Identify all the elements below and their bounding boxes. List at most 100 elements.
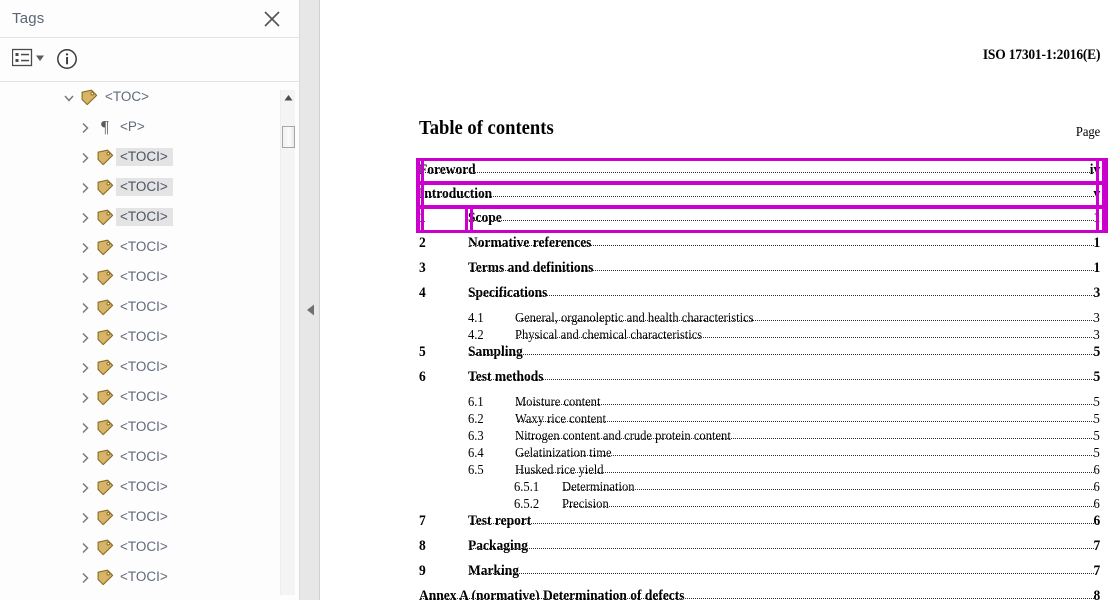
toc-entry-page: 5 xyxy=(1093,445,1100,460)
toc-entry-number: 2 xyxy=(419,235,426,251)
toc-leader-dots xyxy=(421,196,1094,197)
tag-tree-row[interactable]: <TOCI> xyxy=(0,143,278,173)
tag-tree-row[interactable]: <TOCI> xyxy=(0,413,278,443)
chevron-right-icon[interactable] xyxy=(78,241,92,255)
toc-entry[interactable]: 6.3 Nitrogen content and crude protein co… xyxy=(321,427,1118,444)
tag-tree-row[interactable]: <TOCI> xyxy=(0,473,278,503)
chevron-right-icon[interactable] xyxy=(78,421,92,435)
toc-leader-dots xyxy=(470,245,1094,246)
tag-tree-row[interactable]: <TOC> xyxy=(0,83,278,113)
chevron-right-icon[interactable] xyxy=(78,571,92,585)
toc-entry-page: 6 xyxy=(1093,513,1100,529)
chevron-right-icon[interactable] xyxy=(78,511,92,525)
toc-entry[interactable]: 6 Test methods 5 xyxy=(321,368,1118,393)
tag-tree-scrollbar[interactable] xyxy=(280,90,295,595)
toc-entry[interactable]: 4 Specifications 3 xyxy=(321,284,1118,309)
toc-entry[interactable]: 6.5.1 Determination 6 xyxy=(321,478,1118,495)
toc-entry-number: 1 xyxy=(419,210,426,226)
toc-entry[interactable]: 5 Sampling 5 xyxy=(321,343,1118,368)
toc-entry[interactable]: 6.5 Husked rice yield 6 xyxy=(321,461,1118,478)
chevron-right-icon[interactable] xyxy=(78,121,92,135)
toc-entry[interactable]: 6.4 Gelatinization time 5 xyxy=(321,444,1118,461)
toc-entry-title: Scope xyxy=(468,210,502,226)
toc-leader-dots xyxy=(517,421,1094,422)
tag-tree-label: <P> xyxy=(120,119,145,134)
list-options-icon[interactable] xyxy=(11,48,48,70)
toc-entry-number: 7 xyxy=(419,513,426,529)
info-circle-icon[interactable] xyxy=(55,47,79,71)
toc-entry[interactable]: Introduction v xyxy=(321,185,1118,209)
tag-tree-row[interactable]: <TOCI> xyxy=(0,203,278,233)
scrollbar-thumb[interactable] xyxy=(282,126,295,148)
tag-tree[interactable]: <TOC> ¶ <P> <TOCI> <TOCI> <TOCI> <TOCI> <TOCI> <… xyxy=(0,83,278,600)
toc-leader-dots xyxy=(517,320,1094,321)
chevron-down-icon[interactable] xyxy=(62,91,76,105)
panel-splitter[interactable] xyxy=(300,0,320,600)
toc-leader-dots xyxy=(470,548,1094,549)
tag-icon xyxy=(96,239,114,256)
toc-entry-number: 9 xyxy=(419,563,426,579)
toc-entry[interactable]: Foreword iv xyxy=(321,161,1118,185)
toc-entry-number: 4.1 xyxy=(468,310,484,325)
tag-tree-row[interactable]: <TOCI> xyxy=(0,323,278,353)
chevron-right-icon[interactable] xyxy=(78,271,92,285)
toc-entry-title: Introduction xyxy=(419,186,493,202)
toc-entry[interactable]: 3 Terms and definitions 1 xyxy=(321,259,1118,284)
toc-leader-dots xyxy=(517,455,1094,456)
chevron-right-icon[interactable] xyxy=(78,181,92,195)
tag-tree-row[interactable]: <TOCI> xyxy=(0,293,278,323)
tag-tree-row[interactable]: ¶ <P> xyxy=(0,113,278,143)
tag-tree-row[interactable]: <TOCI> xyxy=(0,533,278,563)
toc-leader-dots xyxy=(470,573,1094,574)
toc-entry-title: Nitrogen content and crude protein conte… xyxy=(515,428,731,443)
tag-tree-label: <TOCI> xyxy=(120,329,168,344)
chevron-right-icon[interactable] xyxy=(78,331,92,345)
chevron-right-icon[interactable] xyxy=(78,151,92,165)
toc-leader-dots xyxy=(421,172,1094,173)
toc-entry[interactable]: Annex A (normative) Determination of def… xyxy=(321,587,1118,600)
toc-entry-title: Normative references xyxy=(468,235,592,251)
toc-entry[interactable]: 1 Scope 1 xyxy=(321,209,1118,234)
chevron-right-icon[interactable] xyxy=(78,541,92,555)
chevron-right-icon[interactable] xyxy=(78,481,92,495)
tag-tree-row[interactable]: <TOCI> xyxy=(0,233,278,263)
tag-tree-row[interactable]: <TOCI> xyxy=(0,443,278,473)
tag-icon xyxy=(96,179,114,196)
chevron-right-icon[interactable] xyxy=(78,301,92,315)
toc-entry-page: 1 xyxy=(1093,210,1100,226)
tag-tree-label: <TOC> xyxy=(105,89,150,104)
tag-tree-row[interactable]: <TOCI> xyxy=(0,383,278,413)
tag-tree-row[interactable]: <TOCI> xyxy=(0,173,278,203)
toc-entry[interactable]: 4.2 Physical and chemical characteristics… xyxy=(321,326,1118,343)
toc-entry[interactable]: 6.1 Moisture content 5 xyxy=(321,393,1118,410)
chevron-right-icon[interactable] xyxy=(78,451,92,465)
toc-entry[interactable]: 6.5.2 Precision 6 xyxy=(321,495,1118,512)
tag-tree-row[interactable]: <TOCI> xyxy=(0,503,278,533)
close-icon[interactable] xyxy=(261,8,283,30)
scroll-up-arrow-icon[interactable] xyxy=(281,90,296,106)
toc-entry[interactable]: 2 Normative references 1 xyxy=(321,234,1118,259)
collapse-panel-arrow-icon[interactable] xyxy=(304,303,316,317)
toc-entry-title: General, organoleptic and health charact… xyxy=(515,310,754,325)
tag-icon xyxy=(96,569,114,586)
toc-leader-dots xyxy=(470,270,1094,271)
chevron-right-icon[interactable] xyxy=(78,211,92,225)
toc-entry[interactable]: 4.1 General, organoleptic and health char… xyxy=(321,309,1118,326)
toc-entry-number: 4.2 xyxy=(468,327,484,342)
tag-icon xyxy=(96,449,114,466)
toc-leader-dots xyxy=(470,354,1094,355)
tag-tree-label: <TOCI> xyxy=(120,359,168,374)
toc-leader-dots xyxy=(470,220,1094,221)
tag-tree-label: <TOCI> xyxy=(120,539,168,554)
tag-icon xyxy=(96,389,114,406)
toc-entry[interactable]: 7 Test report 6 xyxy=(321,512,1118,537)
chevron-right-icon[interactable] xyxy=(78,391,92,405)
chevron-right-icon[interactable] xyxy=(78,361,92,375)
tag-tree-row[interactable]: <TOCI> xyxy=(0,353,278,383)
tag-tree-row[interactable]: <TOCI> xyxy=(0,263,278,293)
toc-entry[interactable]: 9 Marking 7 xyxy=(321,562,1118,587)
tag-tree-row[interactable]: <TOCI> xyxy=(0,563,278,593)
toc-entry[interactable]: 6.2 Waxy rice content 5 xyxy=(321,410,1118,427)
toc-entry-page: 7 xyxy=(1093,538,1100,554)
toc-entry[interactable]: 8 Packaging 7 xyxy=(321,537,1118,562)
